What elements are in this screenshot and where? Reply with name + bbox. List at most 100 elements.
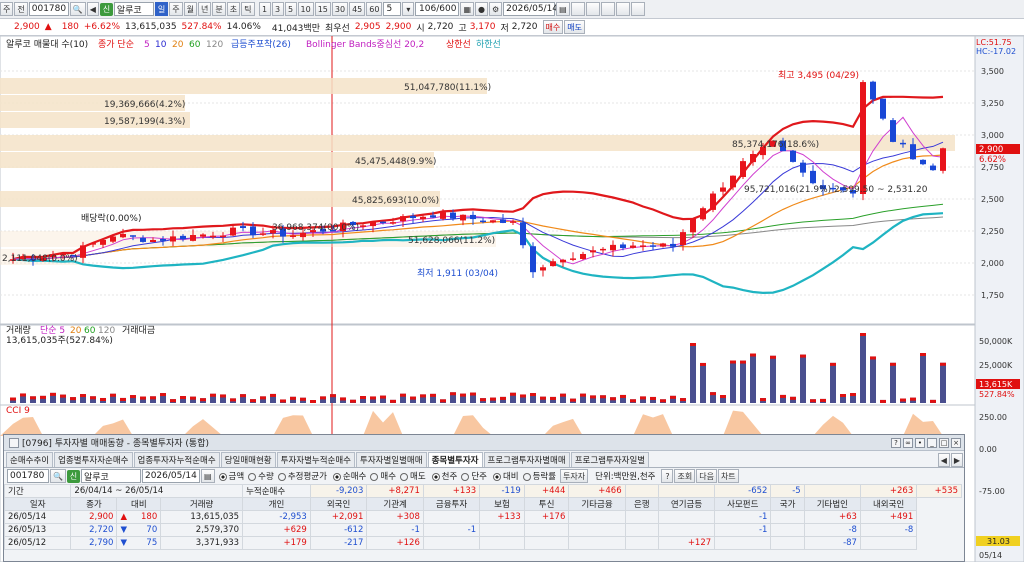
from-date[interactable]: 26/04/14 — [74, 486, 112, 496]
help-button[interactable]: ? — [661, 469, 674, 483]
header-cell[interactable]: 내외국인 — [859, 497, 918, 511]
panel-name-field[interactable]: 알루코 — [80, 469, 141, 483]
radio-option[interactable]: 대비 — [492, 470, 519, 482]
period-range[interactable]: 26/04/14 ~ 26/05/14 — [70, 484, 244, 498]
investor-button[interactable]: 투자자 — [560, 469, 589, 483]
buy-button[interactable]: 매수 — [542, 20, 564, 34]
radio-option[interactable]: 등락률 — [522, 470, 556, 482]
header-cell[interactable]: 일자 — [4, 497, 72, 511]
header-cell[interactable]: 종가 — [70, 497, 118, 511]
header-cell[interactable]: 사모펀드 — [714, 497, 772, 511]
tab-prev-icon[interactable]: ◀ — [937, 453, 950, 467]
count-input[interactable]: 5 — [383, 2, 402, 16]
panel-date-input[interactable]: 2026/05/14 — [141, 469, 200, 483]
panel-tab[interactable]: 업종투자자누적순매수 — [133, 452, 220, 467]
tool-button-4[interactable] — [615, 2, 630, 16]
table-row[interactable]: 26/05/14 2,900 ▲ 180 13,615,035 -2,953 +2,091 +… — [4, 510, 962, 524]
volume-ma120: 120 — [98, 326, 115, 336]
header-cell[interactable]: 연기금등 — [657, 497, 716, 511]
lock-icon[interactable]: ● — [475, 2, 488, 16]
radio-option[interactable]: 천주 — [431, 470, 457, 482]
minute-button[interactable]: 45 — [349, 2, 366, 16]
settings-icon[interactable]: ⚙ — [488, 2, 503, 16]
to-date[interactable]: 26/05/14 — [125, 486, 163, 496]
tool-button-3[interactable] — [600, 2, 615, 16]
pin-icon[interactable]: • — [915, 437, 925, 448]
table-row[interactable]: 26/05/12 2,790 ▼ 75 3,371,933 +179 -217 +126 +12… — [4, 536, 962, 550]
next-button[interactable]: 다음 — [696, 469, 717, 483]
header-cell[interactable]: 금융투자 — [422, 497, 481, 511]
radio-option[interactable]: 금액 — [218, 470, 244, 482]
all-button[interactable]: 전 — [14, 2, 28, 16]
panel-tab[interactable]: 투자자별누적순매수 — [276, 452, 356, 467]
radio-option[interactable]: 매도 — [400, 470, 426, 482]
panel-tab[interactable]: 프로그램투자자별매매 — [483, 452, 570, 467]
panel-tab[interactable]: 프로그램투자자일별 — [570, 452, 650, 467]
search-icon[interactable]: 🔍 — [69, 2, 86, 16]
radio-option[interactable]: 매수 — [370, 470, 396, 482]
dropdown-icon[interactable]: ▾ — [402, 2, 415, 16]
header-cell[interactable]: 은행 — [624, 497, 659, 511]
value-cell — [714, 536, 772, 550]
period-tab[interactable]: 틱 — [241, 2, 255, 16]
grid-icon[interactable]: ▦ — [460, 2, 474, 16]
date-cell: 26/05/13 — [4, 523, 72, 537]
period-tab[interactable]: 주 — [169, 2, 183, 16]
minute-button[interactable]: 30 — [331, 2, 349, 16]
minute-button[interactable]: 5 — [284, 2, 297, 16]
panel-search-icon[interactable]: 🔍 — [50, 469, 66, 483]
query-button[interactable]: 조회 — [674, 469, 696, 483]
radio-option[interactable]: 수량 — [248, 470, 274, 482]
chart-button[interactable]: 차트 — [717, 469, 739, 483]
minute-button[interactable]: 10 — [297, 2, 314, 16]
panel-tab[interactable]: 투자자별일별매매 — [356, 452, 427, 467]
header-cell[interactable]: 외국인 — [309, 497, 368, 511]
tool-button-1[interactable] — [570, 2, 585, 16]
radio-option[interactable]: 단주 — [461, 470, 487, 482]
header-cell[interactable]: 대비 — [116, 497, 162, 511]
help-icon[interactable]: ? — [891, 437, 901, 448]
panel-tab[interactable]: 종목별투자자 — [427, 452, 483, 467]
tab-next-icon[interactable]: ▶ — [950, 453, 963, 467]
sum-cell: -9,203 — [309, 484, 368, 498]
calendar-icon[interactable]: ▤ — [556, 2, 570, 16]
minute-button[interactable]: 15 — [314, 2, 331, 16]
stock-name-field[interactable]: 알루코 — [113, 2, 154, 16]
legend-ma-item: 60 — [189, 40, 201, 50]
layout-button[interactable]: 주 — [0, 2, 14, 16]
tool-button-5[interactable] — [630, 2, 645, 16]
minimize-icon[interactable]: _ — [927, 437, 937, 448]
period-tab[interactable]: 분 — [212, 2, 226, 16]
minute-button[interactable]: 60 — [366, 2, 383, 16]
sell-button[interactable]: 매도 — [564, 20, 585, 34]
stock-code-input[interactable]: 001780 — [28, 2, 69, 16]
header-cell[interactable]: 국가 — [770, 497, 805, 511]
header-cell[interactable]: 보험 — [479, 497, 525, 511]
header-cell[interactable]: 투신 — [523, 497, 570, 511]
radio-option[interactable]: 순매수 — [332, 470, 366, 482]
close-icon[interactable]: × — [951, 437, 961, 448]
period-tab[interactable]: 월 — [183, 2, 197, 16]
header-cell[interactable]: 기타법인 — [803, 497, 861, 511]
link-icon[interactable]: ∞ — [903, 437, 913, 448]
table-row[interactable]: 26/05/13 2,720 ▼ 70 2,579,370 +629 -612 -1 -1 -1-… — [4, 523, 962, 537]
maximize-icon[interactable]: □ — [939, 437, 949, 448]
header-cell[interactable]: 기관계 — [366, 497, 424, 511]
tool-button-2[interactable] — [585, 2, 600, 16]
header-cell[interactable]: 거래량 — [160, 497, 244, 511]
minute-button[interactable]: 1 — [258, 2, 271, 16]
panel-tab[interactable]: 당일매매현황 — [220, 452, 276, 467]
header-cell[interactable]: 기타금융 — [568, 497, 626, 511]
minute-button[interactable]: 3 — [271, 2, 284, 16]
panel-code-input[interactable]: 001780 — [7, 469, 49, 483]
panel-calendar-icon[interactable]: ▤ — [200, 469, 215, 483]
date-input[interactable]: 2026/05/14 — [503, 2, 558, 16]
panel-tab[interactable]: 업종별투자자순매수 — [54, 452, 133, 467]
panel-tab[interactable]: 순매수추이 — [6, 452, 54, 467]
period-tab[interactable]: 년 — [198, 2, 212, 16]
header-cell[interactable]: 개인 — [242, 497, 311, 511]
period-tab[interactable]: 일 — [154, 2, 169, 16]
prev-icon[interactable]: ◀ — [86, 2, 99, 16]
radio-option[interactable]: 추정평균가 — [277, 470, 327, 482]
period-tab[interactable]: 초 — [226, 2, 241, 16]
